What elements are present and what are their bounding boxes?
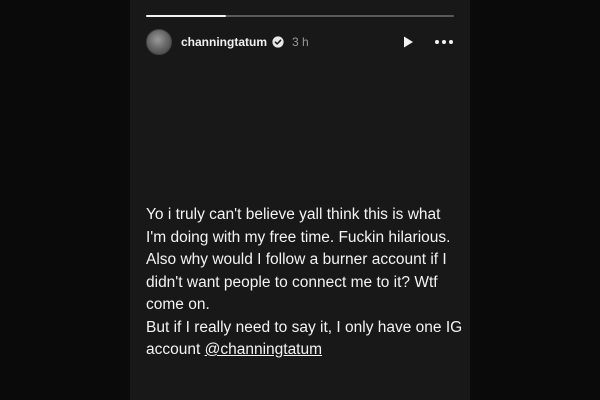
story-timestamp: 3 h bbox=[292, 35, 309, 49]
story-progress-fill bbox=[146, 15, 227, 17]
mention-link[interactable]: @channingtatum bbox=[205, 341, 322, 358]
story-viewer[interactable]: channingtatum 3 h Yo i truly can't belie… bbox=[130, 0, 470, 400]
username[interactable]: channingtatum bbox=[181, 35, 267, 49]
more-options-icon[interactable] bbox=[434, 34, 454, 50]
background-right bbox=[470, 0, 600, 400]
caption-paragraph-2: But if I really need to say it, I only h… bbox=[146, 317, 464, 362]
story-header: channingtatum 3 h bbox=[146, 28, 454, 56]
caption-paragraph-1: Yo i truly can't believe yall think this… bbox=[146, 206, 451, 313]
story-progress-bar bbox=[146, 15, 454, 17]
play-icon[interactable] bbox=[400, 34, 416, 50]
avatar[interactable] bbox=[146, 29, 172, 55]
background-left bbox=[0, 0, 130, 400]
verified-badge-icon bbox=[272, 36, 284, 48]
story-caption: Yo i truly can't believe yall think this… bbox=[146, 204, 464, 362]
